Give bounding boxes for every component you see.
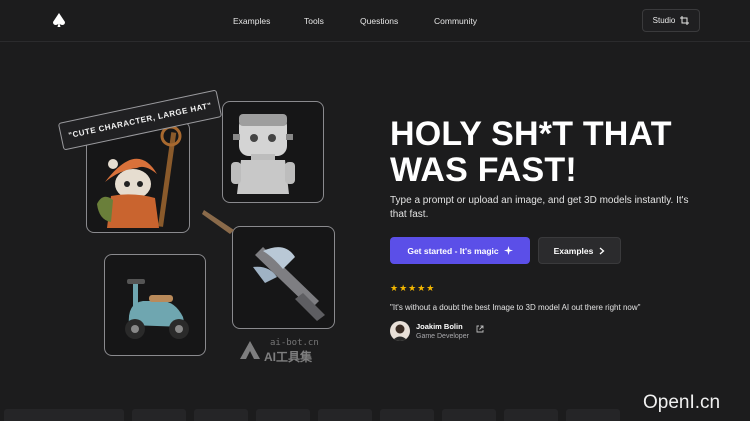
studio-button[interactable]: Studio: [642, 9, 700, 32]
bottom-tile[interactable]: [132, 409, 186, 421]
watermark-name: AI工具集: [264, 350, 313, 364]
sparkle-icon: [503, 246, 513, 255]
watermark-logo-icon: [240, 341, 260, 359]
nav-link-tools[interactable]: Tools: [304, 16, 324, 26]
testimonial-quote: "It's without a doubt the best Image to …: [390, 303, 641, 312]
bottom-tile[interactable]: [256, 409, 310, 421]
scooter-card[interactable]: [104, 254, 206, 356]
frankenstein-figurine-model: [231, 114, 295, 194]
frankenstein-card[interactable]: [222, 101, 324, 203]
prompt-tag-text: "CUTE CHARACTER, LARGE HAT": [67, 100, 213, 140]
watermark-url: ai-bot.cn: [270, 338, 319, 348]
ornate-sword-model: [253, 247, 325, 321]
rating-stars: ★★★★★: [390, 283, 435, 294]
external-link-icon[interactable]: [476, 325, 484, 333]
openl-watermark: OpenI.cn: [643, 392, 721, 413]
get-started-label: Get started - It's magic: [407, 245, 499, 256]
nav-link-examples[interactable]: Examples: [233, 16, 270, 26]
ai-bot-watermark: ai-bot.cn AI工具集: [240, 338, 340, 364]
examples-label: Examples: [553, 245, 594, 256]
star-rating: ★★★★★: [390, 283, 436, 293]
scooter-model: [125, 279, 189, 339]
nav-link-questions[interactable]: Questions: [360, 16, 398, 26]
hero-subtext: Type a prompt or upload an image, and ge…: [390, 195, 689, 220]
nav-divider: [0, 41, 750, 42]
bottom-tile[interactable]: [566, 409, 620, 421]
nav-link-community[interactable]: Community: [434, 16, 477, 26]
chevron-right-icon: [599, 247, 605, 254]
examples-button[interactable]: Examples: [538, 237, 621, 264]
testimonial-author: Joakim Bolin: [416, 322, 463, 331]
bottom-gallery-strip: [0, 409, 750, 421]
crop-icon: [680, 16, 690, 25]
get-started-button[interactable]: Get started - It's magic: [390, 237, 530, 264]
bottom-tile[interactable]: [504, 409, 558, 421]
testimonial-role: Game Developer: [416, 333, 469, 340]
top-nav: Examples Tools Questions Community Studi…: [0, 0, 750, 40]
sword-hilt-overflow: [202, 210, 234, 234]
avatar-portrait: [392, 324, 408, 341]
studio-button-label: Studio: [652, 16, 676, 25]
hero-headline: HOLY SH*T THAT WAS FAST!: [390, 115, 672, 189]
bottom-tile[interactable]: [4, 409, 124, 421]
avatar: [390, 321, 410, 341]
bottom-tile[interactable]: [318, 409, 372, 421]
bottom-tile[interactable]: [442, 409, 496, 421]
spade-logo-icon[interactable]: [51, 12, 67, 28]
bottom-tile[interactable]: [194, 409, 248, 421]
bottom-tile[interactable]: [380, 409, 434, 421]
sword-card[interactable]: [232, 226, 335, 329]
